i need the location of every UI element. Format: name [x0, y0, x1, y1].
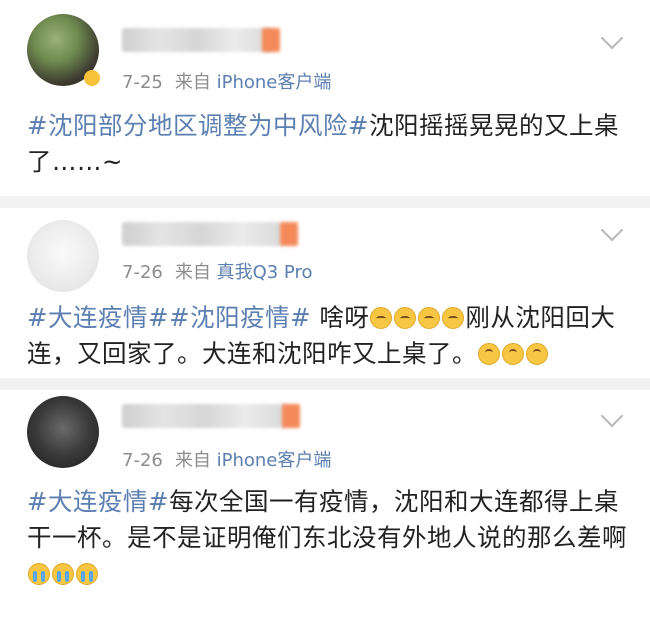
post-3: 7-26 来自 iPhone客户端 #大连疫情#每次全国一有疫情，沈阳和大连都得上… [0, 390, 650, 621]
hashtag-link[interactable]: #沈阳部分地区调整为中风险# [27, 111, 369, 140]
hashtag-link[interactable]: #大连疫情# [27, 303, 169, 332]
post-meta: 7-26 来自 真我Q3 Pro [122, 258, 313, 284]
post-meta: 7-25 来自 iPhone客户端 [122, 68, 331, 94]
source-prefix: 来自 [174, 450, 211, 471]
post-content: #大连疫情##沈阳疫情# 啥呀 刚从沈阳回大连，又回家了。大连和沈阳咋又上桌了。 [27, 300, 627, 372]
source-prefix: 来自 [174, 72, 211, 93]
sweat-smile-emoji-icon [394, 307, 417, 329]
chevron-down-icon[interactable] [600, 404, 624, 428]
source-device[interactable]: 真我Q3 Pro [217, 262, 313, 283]
post-date: 7-26 [122, 262, 163, 283]
loudly-crying-emoji-icon [28, 563, 50, 585]
post-2: 7-26 来自 真我Q3 Pro #大连疫情##沈阳疫情# 啥呀 刚从沈阳回大连，又… [0, 208, 650, 378]
username-blurred[interactable] [122, 404, 287, 428]
loudly-crying-emoji-icon [76, 563, 98, 585]
source-device[interactable]: iPhone客户端 [217, 450, 332, 471]
post-divider [0, 378, 650, 390]
upside-down-face-emoji-icon [526, 343, 548, 365]
source-device[interactable]: iPhone客户端 [217, 72, 332, 93]
avatar[interactable] [27, 396, 99, 468]
upside-down-face-emoji-icon [478, 343, 500, 365]
post-date: 7-25 [122, 72, 163, 93]
post-meta: 7-26 来自 iPhone客户端 [122, 446, 331, 472]
post-date: 7-26 [122, 450, 163, 471]
upside-down-face-emoji-icon [502, 343, 524, 365]
sweat-smile-emoji-icon [418, 307, 441, 329]
verified-badge-icon [84, 70, 100, 86]
source-prefix: 来自 [174, 262, 211, 283]
user-tag-blurred [262, 28, 280, 52]
username-blurred[interactable] [122, 222, 282, 246]
post-content: #大连疫情#每次全国一有疫情，沈阳和大连都得上桌干一杯。是不是证明俺们东北没有外… [27, 484, 627, 592]
user-tag-blurred [282, 404, 300, 428]
hashtag-link[interactable]: #沈阳疫情# [169, 303, 311, 332]
username-blurred[interactable] [122, 28, 272, 52]
avatar[interactable] [27, 220, 99, 292]
post-divider [0, 196, 650, 208]
sweat-smile-emoji-icon [442, 307, 465, 329]
user-tag-blurred [280, 222, 298, 246]
loudly-crying-emoji-icon [52, 563, 74, 585]
hashtag-link[interactable]: #大连疫情# [27, 487, 169, 516]
chevron-down-icon[interactable] [600, 218, 624, 242]
sweat-smile-emoji-icon [370, 307, 393, 329]
post-content: #沈阳部分地区调整为中风险#沈阳摇摇晃晃的又上桌了……~ [27, 108, 627, 180]
chevron-down-icon[interactable] [600, 26, 624, 50]
post-text: 啥呀 [311, 303, 370, 332]
post-1: 7-25 来自 iPhone客户端 #沈阳部分地区调整为中风险#沈阳摇摇晃晃的又上… [0, 0, 650, 196]
